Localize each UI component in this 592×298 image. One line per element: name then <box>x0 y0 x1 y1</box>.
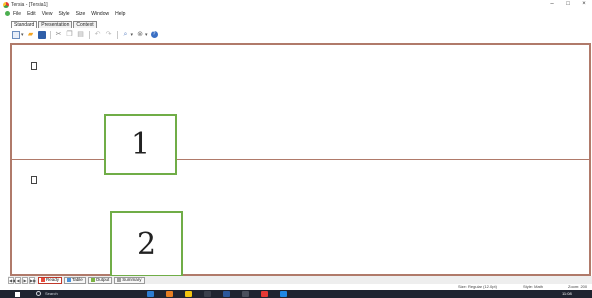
taskbar-app-icon[interactable] <box>261 291 268 297</box>
taskbar-app-icon[interactable] <box>147 291 154 297</box>
title-bar: Tersia - [Tersia1] – □ × <box>0 0 592 9</box>
region-number-label: 1 <box>104 114 177 175</box>
tab-standard[interactable]: Standard <box>11 21 38 28</box>
menu-edit[interactable]: Edit <box>27 11 36 17</box>
app-mini-icon <box>5 11 10 16</box>
prev-sheet-button[interactable]: ◀ <box>15 276 21 284</box>
status-style: Style: Math <box>523 284 544 289</box>
sheet-tab-label: Ready <box>46 277 60 282</box>
sheet-tab[interactable]: Ready <box>38 276 63 284</box>
copy-icon[interactable]: ❐ <box>66 31 74 39</box>
cut-icon[interactable]: ✂ <box>55 31 63 39</box>
sheet-tab-bar: ◀◀ ◀ ▶ ▶▶ Ready Table Output Summary <box>8 276 592 284</box>
taskbar-app-icon[interactable] <box>166 291 173 297</box>
new-document-icon[interactable] <box>12 30 20 39</box>
find-icon[interactable]: ⌕ <box>122 31 130 39</box>
taskbar-app-icon[interactable] <box>242 291 249 297</box>
windows-start-icon[interactable] <box>15 292 20 297</box>
taskbar-search-input[interactable]: Search <box>45 291 58 296</box>
menu-bar: File Edit View Style Size Window Help <box>0 9 592 18</box>
status-size: Size: Regular (12.0pt) <box>458 284 497 289</box>
app-window: Tersia - [Tersia1] – □ × File Edit View … <box>0 0 592 298</box>
taskbar-app-icon[interactable] <box>280 291 287 297</box>
menu-size[interactable]: Size <box>76 11 86 17</box>
app-logo-icon <box>3 1 9 8</box>
taskbar-app-icon[interactable] <box>204 291 211 297</box>
taskbar-clock[interactable]: 11:08 <box>562 291 572 296</box>
menu-style[interactable]: Style <box>58 11 69 17</box>
sheet-color-icon <box>41 278 45 282</box>
sheet-color-icon <box>90 278 95 282</box>
input-placeholder[interactable] <box>31 176 37 184</box>
first-sheet-button[interactable]: ◀◀ <box>8 276 15 284</box>
toolbar-tabs: Standard Presentation Context <box>11 21 98 28</box>
taskbar-folder-icon[interactable] <box>185 291 192 297</box>
toolbar-separator <box>88 30 90 39</box>
sheet-tab-label: Output <box>95 277 110 282</box>
toolbar-separator <box>116 30 118 39</box>
window-title: Tersia - [Tersia1] <box>11 1 48 8</box>
sheet-tab[interactable]: Summary <box>114 276 145 284</box>
redo-icon[interactable]: ↷ <box>105 31 113 39</box>
status-zoom: Zoom: 200 <box>568 284 588 289</box>
math-region-1[interactable] <box>10 43 591 160</box>
save-icon[interactable] <box>37 30 46 39</box>
sheet-color-icon <box>117 278 122 282</box>
math-region-2[interactable] <box>10 159 591 276</box>
search-icon[interactable] <box>36 291 41 296</box>
open-folder-icon[interactable]: ▰ <box>27 31 35 39</box>
sheet-tab[interactable]: Table <box>64 276 86 284</box>
toolbar-separator <box>49 30 51 39</box>
undo-icon[interactable]: ↶ <box>94 31 102 39</box>
menu-view[interactable]: View <box>42 11 53 17</box>
paste-icon[interactable]: ▤ <box>77 31 85 39</box>
new-dropdown-icon[interactable]: ▾ <box>21 32 24 38</box>
zoom-dropdown-icon[interactable]: ▾ <box>145 32 148 38</box>
tab-context[interactable]: Context <box>73 21 97 28</box>
sheet-color-icon <box>67 278 72 282</box>
next-sheet-button[interactable]: ▶ <box>22 276 28 284</box>
maximize-button[interactable]: □ <box>560 0 576 9</box>
find-dropdown-icon[interactable]: ▾ <box>131 32 134 38</box>
taskbar-app-icon[interactable] <box>223 291 230 297</box>
close-button[interactable]: × <box>576 0 592 9</box>
menu-window[interactable]: Window <box>91 11 109 17</box>
menu-file[interactable]: File <box>13 11 21 17</box>
help-icon[interactable]: ? <box>150 31 158 38</box>
os-taskbar: Search 11:08 <box>0 290 592 298</box>
region-number-label: 2 <box>110 211 183 277</box>
sheet-tab-label: Table <box>72 277 83 282</box>
toolbar: ▾ ▰ ✂ ❐ ▤ ↶ ↷ ⌕ ▾ ⊗ ▾ ? <box>12 30 161 39</box>
sheet-tab[interactable]: Output <box>87 276 113 284</box>
last-sheet-button[interactable]: ▶▶ <box>29 276 36 284</box>
input-placeholder[interactable] <box>31 62 37 70</box>
menu-help[interactable]: Help <box>115 11 125 17</box>
zoom-icon[interactable]: ⊗ <box>136 31 144 39</box>
sheet-tab-label: Summary <box>122 277 142 282</box>
tab-presentation[interactable]: Presentation <box>38 21 73 28</box>
minimize-button[interactable]: – <box>544 0 560 9</box>
window-controls: – □ × <box>544 0 592 9</box>
document-area[interactable] <box>10 43 592 276</box>
